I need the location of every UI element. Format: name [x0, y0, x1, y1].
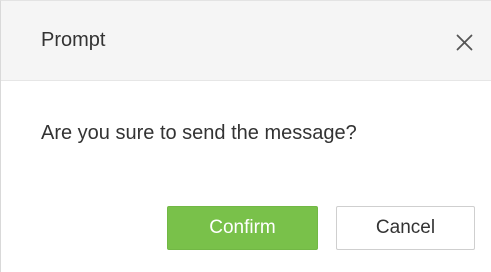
dialog-message: Are you sure to send the message?	[41, 122, 357, 144]
dialog-header: Prompt	[1, 1, 491, 81]
dialog-title: Prompt	[41, 29, 106, 51]
prompt-dialog: Prompt Are you sure to send the message?…	[0, 0, 491, 272]
confirm-button[interactable]: Confirm	[167, 206, 318, 250]
close-icon	[456, 34, 473, 51]
cancel-button[interactable]: Cancel	[336, 206, 475, 250]
close-button[interactable]	[449, 27, 479, 57]
